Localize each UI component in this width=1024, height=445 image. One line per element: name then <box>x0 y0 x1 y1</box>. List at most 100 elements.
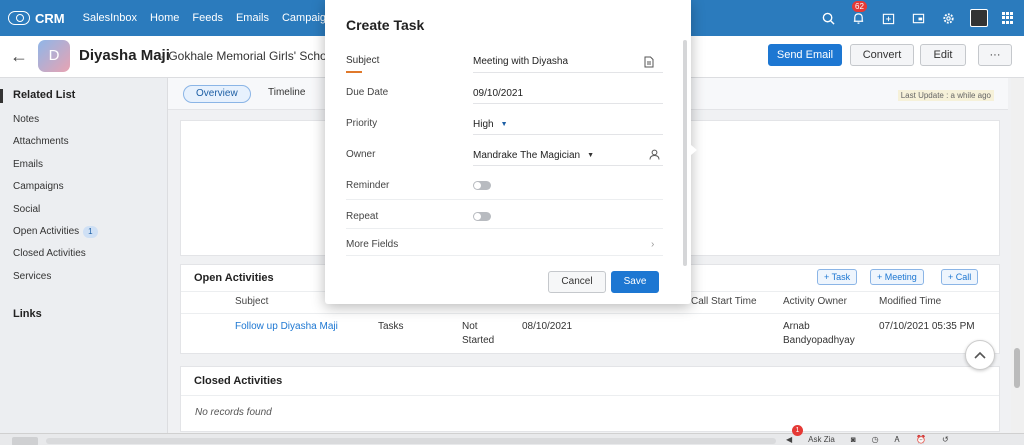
cancel-button[interactable]: Cancel <box>548 271 606 293</box>
megaphone-icon[interactable]: ◀ <box>786 435 792 445</box>
repeat-label: Repeat <box>346 211 379 222</box>
sidebar-item-notes[interactable]: Notes <box>13 114 39 125</box>
nav-right-tools: 62 <box>820 0 1014 36</box>
alarm-icon[interactable]: ⏰ <box>916 435 926 445</box>
sidebar-item-open-activities[interactable]: Open Activities 1 <box>13 226 98 238</box>
sidebar-item-campaigns[interactable]: Campaigns <box>13 181 64 192</box>
priority-label: Priority <box>346 118 378 129</box>
more-fields-link[interactable]: More Fields <box>346 239 398 250</box>
dialog-scrollbar[interactable] <box>683 40 687 266</box>
sidebar-item-label: Open Activities <box>13 226 80 237</box>
translate-icon[interactable]: Ꭺ <box>895 435 900 445</box>
page-scrollbar[interactable] <box>1011 78 1024 433</box>
related-list-title: Related List <box>13 89 76 101</box>
sidebar-item-services[interactable]: Services <box>13 271 51 282</box>
reminder-toggle[interactable] <box>473 181 491 190</box>
open-activities-count-badge: 1 <box>83 226 98 238</box>
scrollbar-thumb[interactable] <box>1014 348 1020 388</box>
add-task-button[interactable]: + Task <box>817 269 858 285</box>
due-date-label: Due Date <box>346 87 389 98</box>
divider <box>346 228 663 229</box>
bottom-toolbar: 1 ◀ Ask Zia ◙ ◷ Ꭺ ⏰ ↺ <box>0 425 1024 445</box>
column-subject[interactable]: Subject <box>235 296 268 307</box>
activity-modified-time: 07/10/2021 05:35 PM <box>879 321 975 332</box>
bell-icon[interactable]: 62 <box>850 1 867 26</box>
priority-value: High <box>473 119 494 130</box>
more-actions-button[interactable]: ··· <box>978 44 1012 66</box>
convert-button[interactable]: Convert <box>850 44 914 66</box>
last-update-label: Last Update : a while ago <box>897 90 994 101</box>
subject-label-underline <box>346 71 362 73</box>
reminder-label: Reminder <box>346 180 390 191</box>
tab-timeline[interactable]: Timeline <box>268 85 305 103</box>
add-meeting-button[interactable]: + Meeting <box>870 269 924 285</box>
record-name: Diyasha Maji <box>79 47 170 64</box>
crm-logo-icon <box>8 11 30 25</box>
column-activity-owner[interactable]: Activity Owner <box>783 296 847 307</box>
due-date-field-underline <box>473 103 663 104</box>
caret-down-icon: ▼ <box>500 121 508 128</box>
open-activities-title: Open Activities <box>194 272 274 284</box>
record-avatar: D <box>38 40 70 72</box>
crm-logo[interactable]: CRM <box>8 11 65 26</box>
activity-type: Tasks <box>378 321 404 332</box>
history-icon[interactable]: ↺ <box>942 435 949 445</box>
activity-subject-link[interactable]: Follow up Diyasha Maji <box>235 320 338 334</box>
nav-link-home[interactable]: Home <box>150 12 179 24</box>
horizontal-scrollbar[interactable] <box>46 438 776 444</box>
subject-field-underline <box>473 72 663 73</box>
bottom-tools: ◀ Ask Zia ◙ ◷ Ꭺ ⏰ ↺ <box>786 435 949 445</box>
nav-links: SalesInbox Home Feeds Emails Campaigns <box>83 12 338 24</box>
document-icon[interactable] <box>644 56 654 71</box>
scroll-to-top-button[interactable] <box>965 340 995 370</box>
calendar-add-icon[interactable] <box>880 10 896 26</box>
repeat-toggle[interactable] <box>473 212 491 221</box>
owner-value: Mandrake The Magician <box>473 150 581 161</box>
dialog-pointer <box>691 145 697 155</box>
nav-link-emails[interactable]: Emails <box>236 12 269 24</box>
subject-label: Subject <box>346 55 380 66</box>
owner-label: Owner <box>346 149 376 160</box>
search-icon[interactable] <box>820 10 836 26</box>
gamepad-icon[interactable]: ◙ <box>851 435 856 445</box>
create-task-dialog: Create Task Subject Meeting with Diyasha… <box>325 0 691 304</box>
tab-overview[interactable]: Overview <box>183 85 251 103</box>
activity-status: Not Started <box>462 321 495 346</box>
user-avatar[interactable] <box>970 9 988 27</box>
subject-input[interactable]: Meeting with Diyasha <box>473 56 568 67</box>
activity-owner: Arnab Bandyopadhyay <box>783 321 855 346</box>
sidebar-item-social[interactable]: Social <box>13 204 40 215</box>
send-email-button[interactable]: Send Email <box>768 44 842 66</box>
owner-field-underline <box>473 165 663 166</box>
nav-link-salesinbox[interactable]: SalesInbox <box>83 12 137 24</box>
sidebar-item-closed-activities[interactable]: Closed Activities <box>13 248 86 259</box>
priority-select[interactable]: High ▼ <box>473 119 508 130</box>
app-grid-icon[interactable] <box>1002 12 1014 24</box>
sidebar-item-emails[interactable]: Emails <box>13 159 43 170</box>
column-modified-time[interactable]: Modified Time <box>879 296 941 307</box>
owner-select[interactable]: Mandrake The Magician ▼ <box>473 150 594 161</box>
closed-activities-title: Closed Activities <box>194 375 283 387</box>
sidebar-item-attachments[interactable]: Attachments <box>13 136 69 147</box>
record-organization: - Gokhale Memorial Girls' School <box>161 49 337 63</box>
window-icon[interactable] <box>910 10 926 26</box>
back-arrow-icon[interactable]: ← <box>10 46 28 67</box>
activity-due-date: 08/10/2021 <box>522 321 573 332</box>
save-button[interactable]: Save <box>611 271 659 293</box>
edit-button[interactable]: Edit <box>920 44 966 66</box>
closed-activities-card: Closed Activities No records found <box>180 366 1000 432</box>
no-records-text: No records found <box>195 407 272 418</box>
ask-zia-button[interactable]: Ask Zia <box>808 435 835 445</box>
due-date-input[interactable]: 09/10/2021 <box>473 88 523 99</box>
divider <box>346 199 663 200</box>
user-lookup-icon[interactable] <box>649 149 660 163</box>
chevron-right-icon[interactable]: › <box>651 239 654 250</box>
add-call-button[interactable]: + Call <box>941 269 979 285</box>
column-call-start-time[interactable]: Call Start Time <box>691 296 757 307</box>
nav-link-feeds[interactable]: Feeds <box>192 12 223 24</box>
gear-icon[interactable] <box>940 10 956 26</box>
caret-down-icon: ▼ <box>587 152 595 159</box>
active-section-indicator <box>0 89 3 103</box>
timer-icon[interactable]: ◷ <box>872 435 879 445</box>
bottom-left-button[interactable] <box>12 437 38 445</box>
